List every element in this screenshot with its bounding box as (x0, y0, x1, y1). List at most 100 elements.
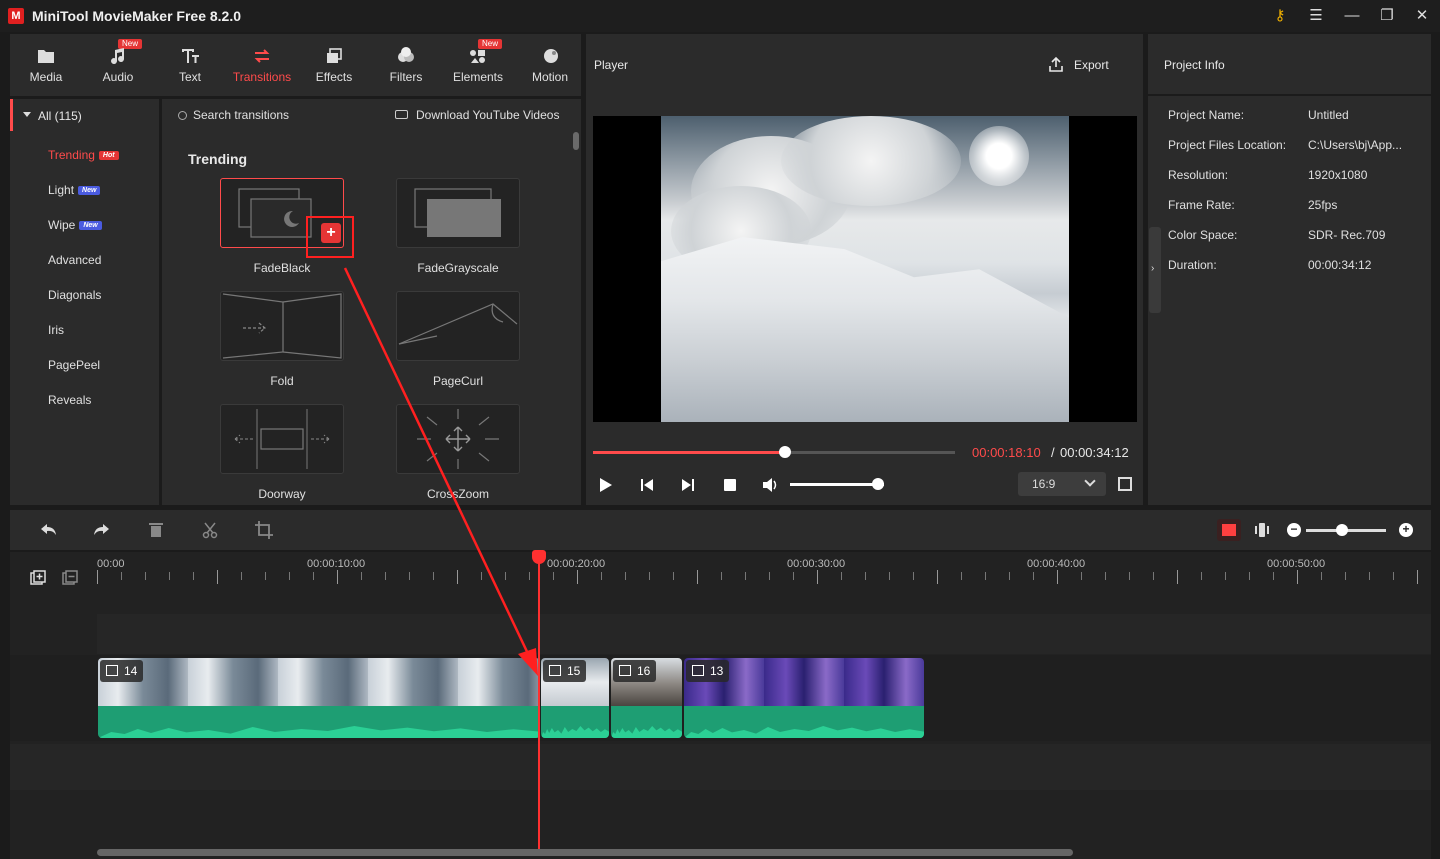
search-input[interactable]: Search transitions (193, 108, 289, 122)
zoom-out-button[interactable]: − (1287, 523, 1301, 537)
timeline-ruler[interactable]: 00:00 00:00:10:00 00:00:20:00 00:00:30:0… (97, 552, 1431, 612)
ruler-tick (457, 570, 458, 584)
previous-frame-icon[interactable] (638, 476, 656, 494)
video-preview (593, 116, 1137, 422)
add-button-highlight (306, 216, 354, 258)
title-bar: M MiniTool MovieMaker Free 8.2.0 ⚷ ☰ — ❐… (0, 0, 1440, 32)
sidebar-item-reveals[interactable]: Reveals (48, 393, 91, 407)
zoom-knob[interactable] (1336, 524, 1348, 536)
stop-icon[interactable] (721, 476, 739, 494)
sidebar-item-diagonals[interactable]: Diagonals (48, 288, 101, 302)
collapse-panel-handle[interactable]: › (1149, 227, 1161, 313)
tab-audio[interactable]: New Audio (82, 34, 154, 96)
transition-label: PageCurl (432, 374, 484, 388)
sidebar-item-light[interactable]: Light New (48, 183, 101, 197)
tab-audio-label: Audio (102, 70, 134, 84)
progress-knob[interactable] (778, 446, 791, 458)
snap-toggle[interactable] (1217, 519, 1241, 541)
transition-fold[interactable] (220, 291, 344, 361)
overlay-track[interactable] (97, 614, 1431, 654)
ruler-tick (337, 570, 338, 584)
redo-icon[interactable] (92, 520, 112, 540)
text-icon (182, 49, 199, 63)
ruler-tick (577, 570, 578, 584)
ruler-tick (913, 572, 914, 580)
fit-timeline-icon[interactable] (1252, 520, 1272, 540)
video-clip[interactable]: 16 (611, 658, 682, 738)
pagecurl-thumbnail (398, 303, 518, 345)
playhead[interactable] (538, 552, 540, 852)
ruler-tick (793, 572, 794, 580)
ruler-tick (1177, 570, 1178, 584)
info-value: 1920x1080 (1308, 168, 1368, 182)
minimize-icon[interactable]: — (1340, 4, 1364, 28)
transition-fadegrayscale[interactable] (396, 178, 520, 248)
split-icon[interactable] (200, 520, 220, 540)
volume-knob[interactable] (872, 478, 885, 490)
tab-effects-label: Effects (315, 70, 353, 84)
info-value: SDR- Rec.709 (1308, 228, 1386, 242)
player-panel: Player Export 00:00:18:10 / 00:00:34:12 … (586, 34, 1143, 505)
play-icon[interactable] (596, 476, 614, 494)
sidebar-item-pagepeel[interactable]: PagePeel (48, 358, 100, 372)
sidebar-item-iris[interactable]: Iris (48, 323, 64, 337)
tab-text[interactable]: Text (154, 34, 226, 96)
category-all[interactable]: All (115) (10, 99, 159, 131)
download-youtube-link[interactable]: Download YouTube Videos (416, 108, 559, 122)
tab-transitions[interactable]: Transitions (226, 34, 298, 96)
video-clip[interactable]: 13 (684, 658, 924, 738)
tab-motion[interactable]: Motion (514, 34, 586, 96)
transition-crosszoom[interactable] (396, 404, 520, 474)
ruler-label: 00:00:20:00 (547, 558, 606, 570)
ruler-tick (1081, 572, 1082, 580)
transition-label: Doorway (258, 487, 306, 501)
ruler-tick (841, 572, 842, 580)
ruler-tick (1225, 572, 1226, 580)
volume-slider[interactable] (790, 483, 884, 486)
volume-icon[interactable] (761, 476, 779, 494)
video-clip[interactable]: 14 (98, 658, 540, 738)
crop-icon[interactable] (254, 520, 274, 540)
audio-waveform (611, 706, 682, 738)
sidebar-item-trending[interactable]: Trending Hot (48, 148, 119, 162)
tab-effects[interactable]: Effects (298, 34, 370, 96)
next-frame-icon[interactable] (679, 476, 697, 494)
add-track-icon[interactable] (30, 570, 46, 585)
chevron-right-icon: › (1151, 263, 1155, 274)
transition-pagecurl[interactable] (396, 291, 520, 361)
sidebar-item-advanced[interactable]: Advanced (48, 253, 101, 267)
audio-waveform (98, 706, 540, 738)
undo-icon[interactable] (38, 520, 58, 540)
maximize-icon[interactable]: ❐ (1375, 4, 1399, 28)
tab-filters[interactable]: Filters (370, 34, 442, 96)
playhead-handle[interactable] (532, 550, 546, 564)
ruler-tick (193, 572, 194, 580)
folder-icon (38, 50, 54, 63)
tab-media[interactable]: Media (10, 34, 82, 96)
sidebar-item-wipe[interactable]: Wipe New (48, 218, 102, 232)
time-separator: / (1051, 445, 1055, 460)
player-title: Player (594, 58, 629, 72)
ruler-tick (1393, 572, 1394, 580)
zoom-in-button[interactable]: + (1399, 523, 1413, 537)
project-info-title: Project Info (1164, 58, 1225, 72)
ruler-tick (1009, 572, 1010, 580)
effects-icon (327, 48, 342, 63)
aspect-ratio-select[interactable]: 16:9 (1018, 472, 1106, 496)
key-icon[interactable]: ⚷ (1268, 4, 1292, 28)
delete-icon[interactable] (146, 520, 166, 540)
menu-icon[interactable]: ☰ (1304, 4, 1328, 28)
remove-track-icon[interactable] (62, 570, 78, 585)
audio-track[interactable] (10, 744, 1431, 790)
tab-elements[interactable]: New Elements (442, 34, 514, 96)
close-icon[interactable]: ✕ (1410, 4, 1434, 28)
timeline-scrollbar[interactable] (97, 849, 1073, 856)
video-clip[interactable]: 15 (541, 658, 609, 738)
export-button[interactable]: Export (1074, 58, 1109, 72)
transition-doorway[interactable] (220, 404, 344, 474)
ruler-tick (169, 572, 170, 580)
fullscreen-icon[interactable] (1118, 477, 1132, 491)
search-bar[interactable]: Search transitions Download YouTube Vide… (162, 99, 581, 131)
chevron-down-icon (1084, 475, 1096, 487)
scrollbar[interactable] (573, 132, 579, 150)
